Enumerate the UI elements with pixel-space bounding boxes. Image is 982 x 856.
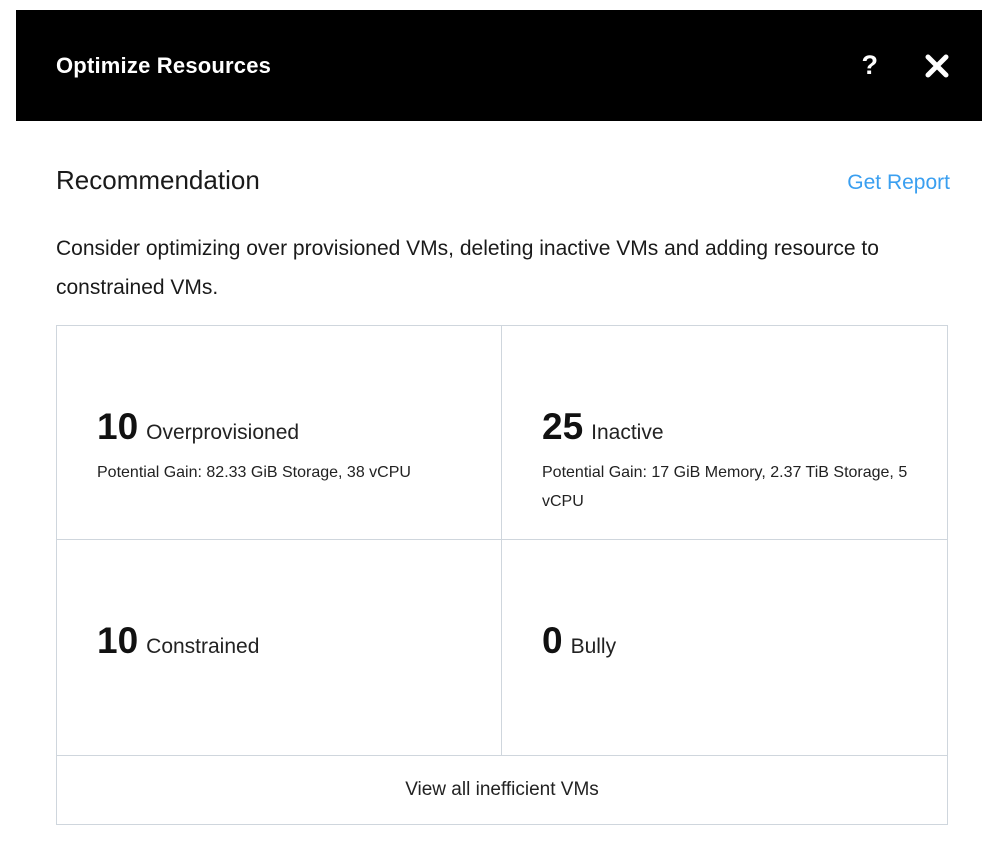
stat-count: 10 xyxy=(97,620,139,661)
get-report-link[interactable]: Get Report xyxy=(847,171,950,195)
stat-label: Inactive xyxy=(591,421,664,444)
dialog-header: Optimize Resources ? xyxy=(16,10,982,121)
stat-count: 0 xyxy=(542,620,563,661)
stat-label: Constrained xyxy=(146,635,260,658)
stats-grid: 10 Overprovisioned Potential Gain: 82.33… xyxy=(56,325,948,825)
dialog-title: Optimize Resources xyxy=(56,52,272,78)
stat-label: Overprovisioned xyxy=(146,421,300,444)
header-actions: ? xyxy=(862,52,951,79)
stat-card-overprovisioned[interactable]: 10 Overprovisioned Potential Gain: 82.33… xyxy=(57,326,502,540)
question-mark-icon[interactable]: ? xyxy=(862,52,879,79)
stat-count: 25 xyxy=(542,406,584,447)
stat-label: Bully xyxy=(570,635,617,658)
recommendation-row: Recommendation Get Report xyxy=(56,165,950,196)
close-icon[interactable] xyxy=(924,53,950,79)
recommendation-title: Recommendation xyxy=(56,165,260,195)
optimize-resources-dialog: Optimize Resources ? Recommendation Get … xyxy=(16,10,982,856)
stat-potential-gain: Potential Gain: 82.33 GiB Storage, 38 vC… xyxy=(97,464,411,481)
stat-card-inactive[interactable]: 25 Inactive Potential Gain: 17 GiB Memor… xyxy=(502,326,947,540)
view-all-inefficient-vms-link[interactable]: View all inefficient VMs xyxy=(57,756,947,824)
stat-potential-gain: Potential Gain: 17 GiB Memory, 2.37 TiB … xyxy=(542,464,908,510)
recommendation-description: Consider optimizing over provisioned VMs… xyxy=(56,237,879,299)
stat-card-constrained[interactable]: 10 Constrained xyxy=(57,540,502,756)
stat-card-bully[interactable]: 0 Bully xyxy=(502,540,947,756)
stat-count: 10 xyxy=(97,406,139,447)
